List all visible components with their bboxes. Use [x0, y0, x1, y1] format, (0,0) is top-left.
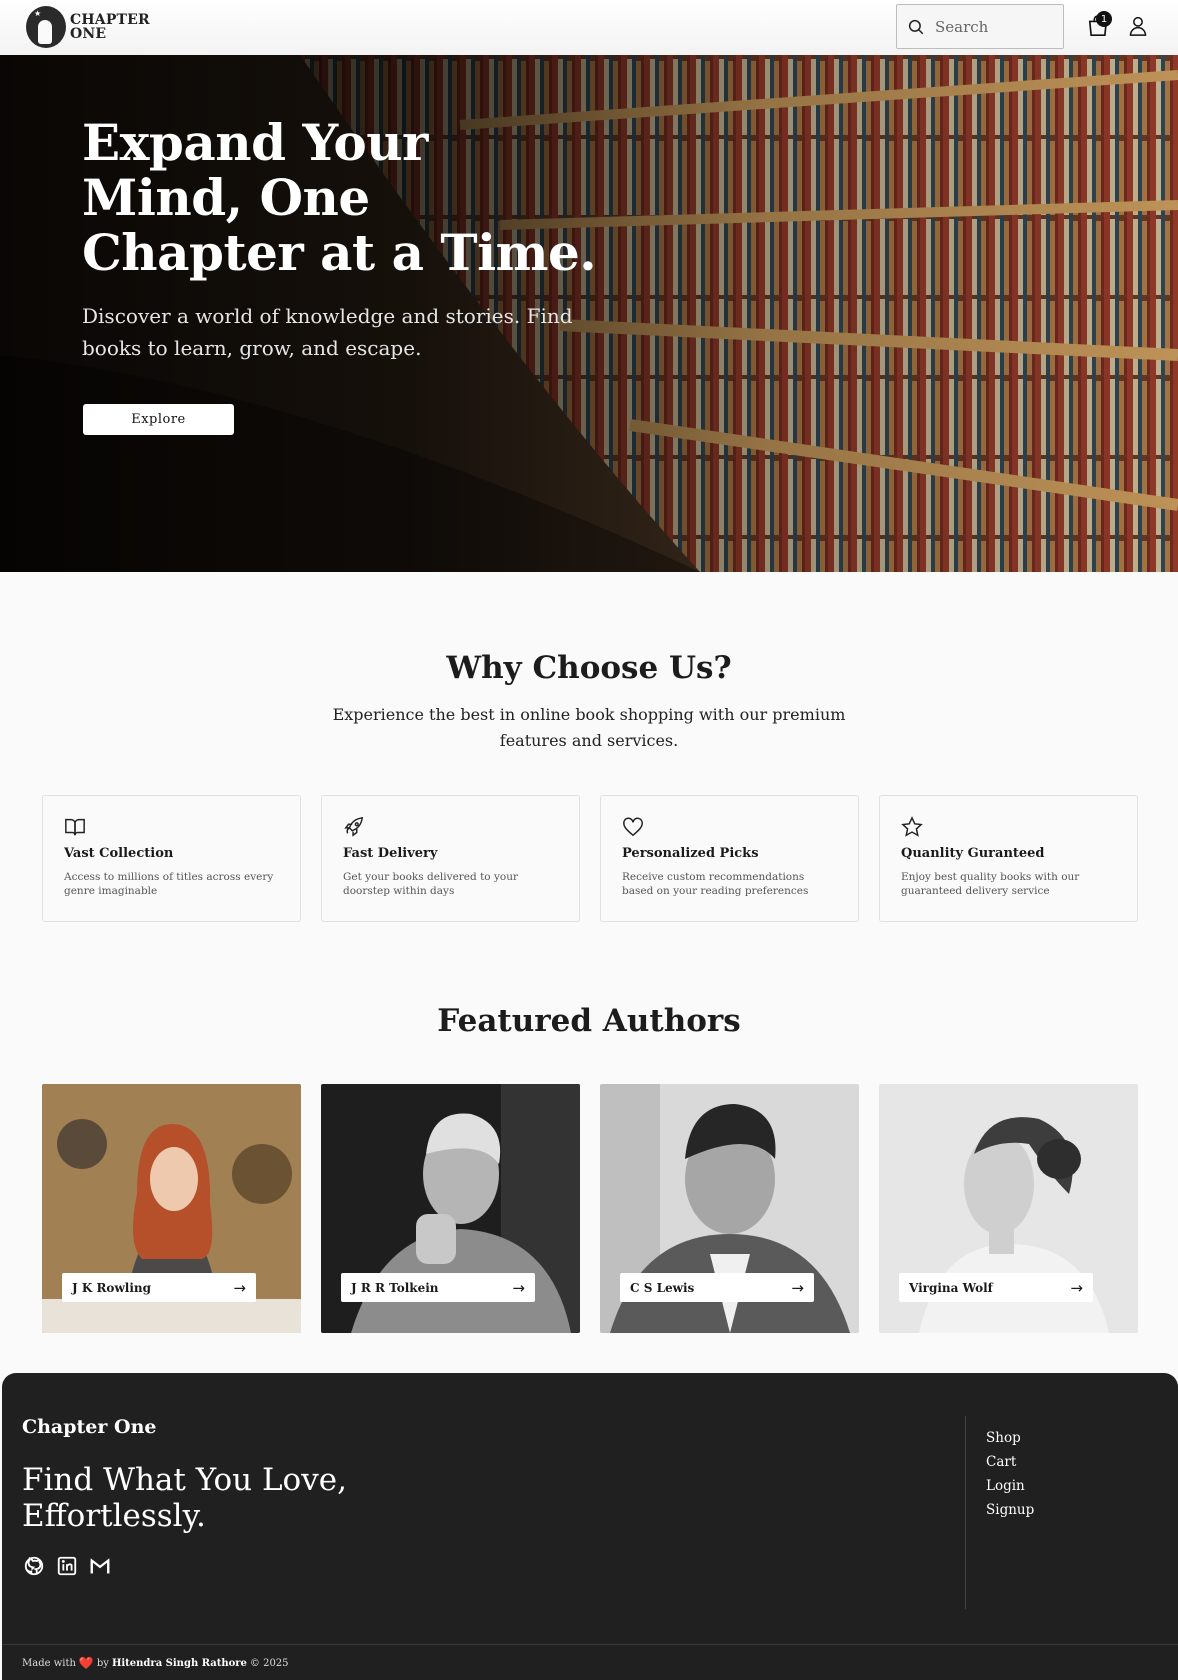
author-link[interactable]: C S Lewis →: [620, 1273, 814, 1302]
rocket-icon: [344, 816, 364, 837]
feature-description: Access to millions of titles across ever…: [64, 871, 274, 897]
why-choose-us-heading: Why Choose Us?: [446, 650, 732, 686]
footer-tagline: Find What You Love, Effortlessly.: [22, 1462, 347, 1534]
heart-icon: ❤️: [78, 1656, 94, 1670]
search-input[interactable]: Search: [896, 4, 1064, 49]
feature-title: Vast Collection: [64, 846, 174, 861]
feature-title: Quanlity Guranteed: [901, 846, 1045, 861]
hero-title: Expand Your Mind, One Chapter at a Time.: [82, 113, 597, 282]
footer-bottom-divider: [2, 1644, 1178, 1645]
feature-description: Enjoy best quality books with our guaran…: [901, 871, 1080, 897]
feature-card: Vast Collection Access to millions of ti…: [42, 795, 301, 922]
hero-section: Expand Your Mind, One Chapter at a Time.…: [0, 55, 1178, 572]
top-navbar: CHAPTER ONE Search 1: [0, 0, 1178, 55]
footer-link-shop[interactable]: Shop: [986, 1429, 1034, 1448]
arrow-right-icon: →: [791, 1278, 804, 1297]
explore-button[interactable]: Explore: [83, 404, 234, 435]
feature-card: Quanlity Guranteed Enjoy best quality bo…: [879, 795, 1138, 922]
footer-links: Shop Cart Login Signup: [986, 1429, 1034, 1520]
arrow-right-icon: →: [512, 1278, 525, 1297]
linkedin-icon[interactable]: [56, 1555, 78, 1577]
arrow-right-icon: →: [1070, 1278, 1083, 1297]
author-card[interactable]: C S Lewis →: [600, 1084, 859, 1333]
author-name: J K Rowling: [72, 1280, 152, 1295]
author-link[interactable]: J R R Tolkein →: [341, 1273, 535, 1302]
logo-mark-icon: [26, 6, 66, 48]
heart-icon: [623, 817, 643, 837]
author-card[interactable]: Virgina Wolf →: [879, 1084, 1138, 1333]
author-credit: Hitendra Singh Rathore: [111, 1657, 247, 1669]
author-name: J R R Tolkein: [351, 1280, 439, 1295]
social-links: [23, 1555, 111, 1577]
cart-count-badge: 1: [1096, 11, 1112, 27]
footer: Chapter One Find What You Love, Effortle…: [2, 1373, 1178, 1680]
arrow-right-icon: →: [233, 1278, 246, 1297]
feature-description: Get your books delivered to your doorste…: [343, 871, 518, 897]
author-link[interactable]: J K Rowling →: [62, 1273, 256, 1302]
feature-title: Fast Delivery: [343, 846, 438, 861]
copyright-text: © 2025: [249, 1657, 289, 1669]
feature-card: Fast Delivery Get your books delivered t…: [321, 795, 580, 922]
by-text: by: [96, 1657, 109, 1669]
author-card[interactable]: J K Rowling →: [42, 1084, 301, 1333]
gmail-icon[interactable]: [89, 1555, 111, 1577]
footer-divider: [965, 1416, 966, 1609]
author-name: C S Lewis: [630, 1280, 695, 1295]
footer-link-cart[interactable]: Cart: [986, 1453, 1034, 1472]
search-placeholder: Search: [935, 17, 989, 36]
feature-title: Personalized Picks: [622, 846, 759, 861]
feature-cards: Vast Collection Access to millions of ti…: [42, 795, 1138, 922]
footer-link-signup[interactable]: Signup: [986, 1501, 1034, 1520]
footer-link-login[interactable]: Login: [986, 1477, 1034, 1496]
book-open-icon: [65, 818, 85, 836]
why-choose-us-subtitle: Experience the best in online book shopp…: [332, 705, 846, 750]
footer-brand: Chapter One: [22, 1416, 157, 1438]
user-icon[interactable]: [1128, 14, 1148, 38]
author-link[interactable]: Virgina Wolf →: [899, 1273, 1093, 1302]
github-icon[interactable]: [23, 1555, 45, 1577]
made-with-text: Made with: [22, 1657, 76, 1669]
featured-authors-heading: Featured Authors: [437, 1003, 741, 1039]
author-cards: J K Rowling → J R R Tolkein → C S Lewis: [42, 1084, 1138, 1333]
feature-card: Personalized Picks Receive custom recomm…: [600, 795, 859, 922]
feature-description: Receive custom recommendations based on …: [622, 871, 809, 897]
logo[interactable]: CHAPTER ONE: [26, 6, 150, 48]
footer-credits: Made with ❤️ by Hitendra Singh Rathore ©…: [22, 1656, 289, 1670]
star-icon: [901, 816, 923, 837]
logo-line-2: ONE: [70, 26, 107, 42]
hero-subtitle: Discover a world of knowledge and storie…: [82, 304, 573, 360]
author-name: Virgina Wolf: [909, 1280, 993, 1295]
author-card[interactable]: J R R Tolkein →: [321, 1084, 580, 1333]
search-icon: [908, 19, 924, 34]
logo-line-1: CHAPTER: [70, 12, 150, 28]
logo-text: CHAPTER ONE: [70, 13, 150, 41]
